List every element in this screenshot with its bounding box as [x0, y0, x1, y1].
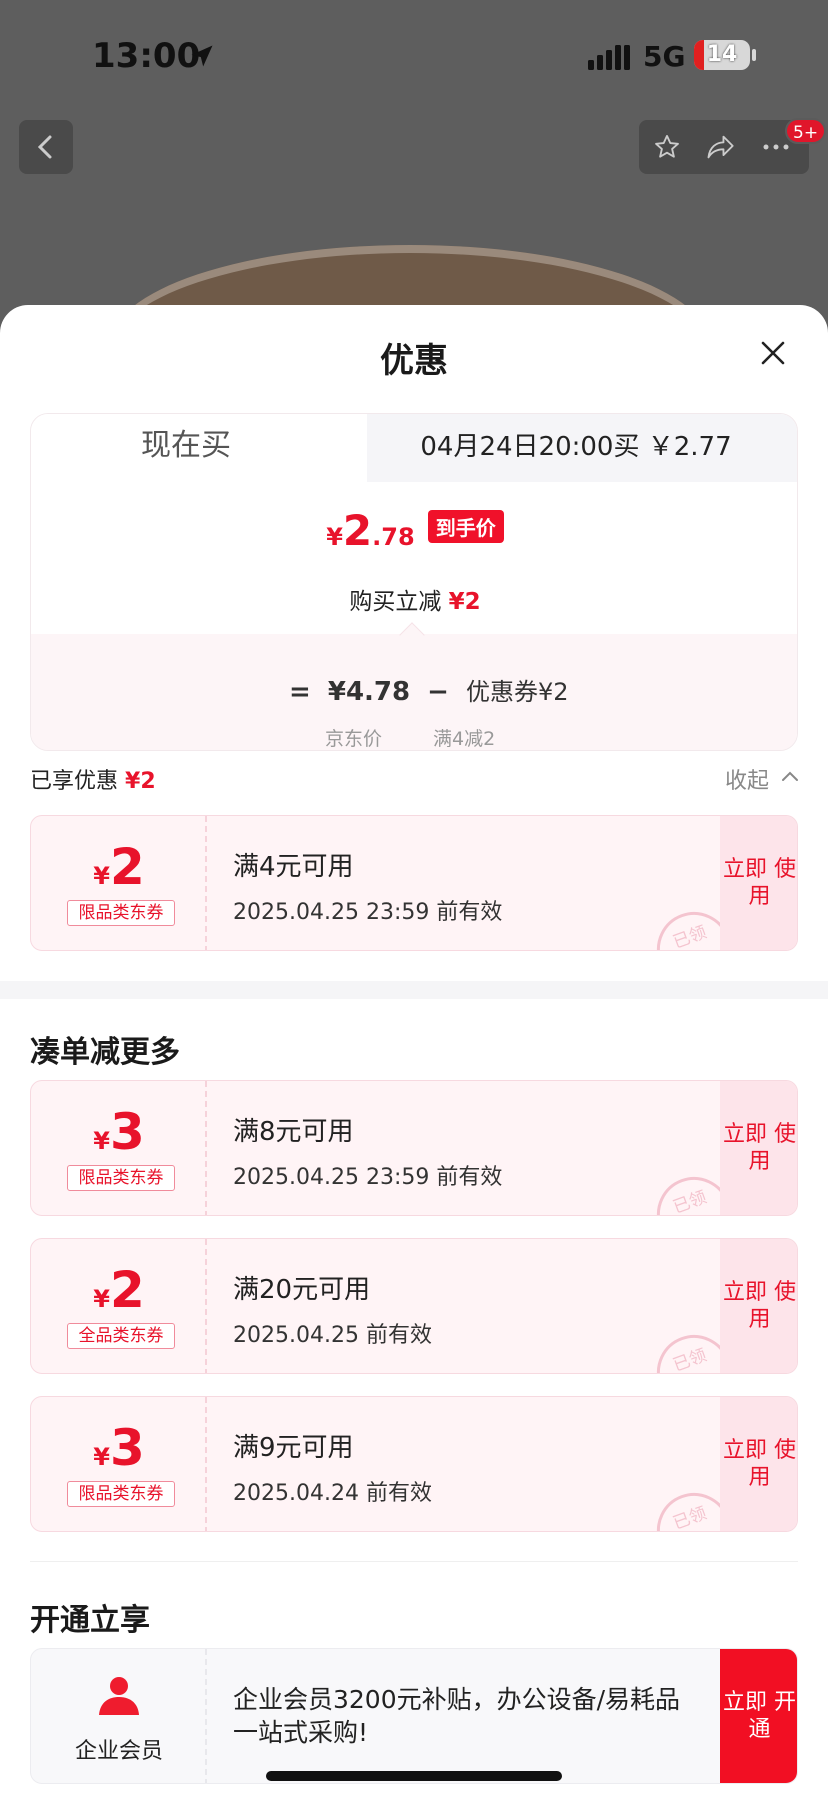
sheet-title: 优惠: [380, 341, 448, 381]
chevron-up-icon[interactable]: [780, 769, 800, 783]
coupon-expiry: 2025.04.25 23:59 前有效: [233, 900, 503, 925]
battery-tip: [752, 49, 756, 61]
network-type: 5G: [643, 40, 686, 73]
location-arrow-icon: [191, 45, 213, 67]
enjoyed-discount: 已享优惠 ¥2: [30, 763, 156, 795]
signal-icon: [588, 45, 630, 70]
coupon-card: ¥3 限品类东券 满8元可用 2025.04.25 23:59 前有效 已领 立…: [30, 1080, 798, 1216]
coupon-value: 2: [109, 1261, 145, 1319]
jd-price-label: 京东价: [325, 728, 383, 750]
jd-price: ¥4.78: [327, 677, 411, 707]
more-section-title: 凑单减更多: [30, 1035, 180, 1070]
divider: [30, 1561, 798, 1562]
price-integer: 2: [342, 506, 373, 555]
coupon-condition: 满4元可用: [233, 852, 354, 882]
open-section-title: 开通立享: [30, 1603, 150, 1638]
member-person-icon: [99, 1677, 139, 1715]
coupon-rule-label: 满4减2: [433, 728, 496, 750]
coupon-expiry: 2025.04.25 前有效: [233, 1323, 432, 1348]
formula-equals: =: [289, 677, 311, 707]
message-badge: 5+: [785, 118, 827, 144]
reduction-label: 购买立减: [349, 589, 442, 615]
collapse-button[interactable]: 收起: [725, 763, 769, 795]
status-time: 13:00: [92, 36, 201, 76]
battery-level: 14: [706, 42, 738, 67]
chevron-left-icon: [37, 135, 52, 159]
back-button[interactable]: [19, 120, 73, 174]
use-now-button[interactable]: 立即 使用: [720, 1081, 797, 1215]
coupon-card: ¥2 限品类东券 满4元可用 2025.04.25 23:59 前有效 已领 立…: [30, 815, 798, 951]
coupon-value: 3: [109, 1103, 145, 1161]
tab-buy-now[interactable]: 现在买: [31, 414, 367, 482]
member-label: 企业会员: [74, 1739, 163, 1764]
formula-minus: −: [427, 677, 449, 707]
coupon-amount: ¥2: [31, 1261, 207, 1319]
section-divider: [0, 981, 828, 999]
coupon-expiry: 2025.04.24 前有效: [233, 1481, 432, 1506]
coupon-amount: ¥3: [31, 1419, 207, 1477]
coupon-scope: 限品类东券: [67, 1165, 175, 1191]
coupon-value: 2: [109, 838, 145, 896]
coupon-currency: ¥: [93, 862, 110, 890]
use-now-button[interactable]: 立即 使用: [720, 1239, 797, 1373]
coupon-currency: ¥: [93, 1285, 110, 1313]
member-description: 企业会员3200元补贴，办公设备/易耗品一站式采购!: [233, 1685, 681, 1747]
coupon-card: ¥2 全品类东券 满20元可用 2025.04.25 前有效 已领 立即 使用: [30, 1238, 798, 1374]
coupon-deduction: 优惠券¥2: [466, 678, 569, 706]
coupon-amount: ¥3: [31, 1103, 207, 1161]
coupon-scope: 限品类东券: [67, 1481, 175, 1507]
battery-icon: 14: [694, 40, 750, 70]
coupon-expiry: 2025.04.25 23:59 前有效: [233, 1165, 503, 1190]
price-currency: ¥: [326, 523, 343, 551]
coupon-condition: 满9元可用: [233, 1433, 354, 1463]
home-indicator: [266, 1771, 562, 1781]
price-formula: = ¥4.78 − 优惠券¥2: [289, 672, 577, 707]
share-icon[interactable]: [705, 133, 735, 161]
status-bar: 13:00 5G 14: [0, 0, 828, 110]
coupon-scope: 限品类东券: [67, 900, 175, 926]
coupon-condition: 满20元可用: [233, 1275, 371, 1305]
coupon-value: 3: [109, 1419, 145, 1477]
open-now-button[interactable]: 立即 开通: [720, 1649, 797, 1783]
price-decimal: .78: [372, 523, 415, 551]
enjoyed-label: 已享优惠: [30, 769, 119, 794]
close-icon[interactable]: [757, 337, 789, 369]
member-card: 企业会员 企业会员3200元补贴，办公设备/易耗品一站式采购! 立即 开通: [30, 1648, 798, 1784]
price-card: 04月24日20:00买 ￥2.77 现在买 ¥2.78 到手价 购买立减 ¥2…: [30, 413, 798, 751]
purchase-reduction: 购买立减 ¥2: [31, 582, 797, 616]
coupon-card: ¥3 限品类东券 满9元可用 2025.04.24 前有效 已领 立即 使用: [30, 1396, 798, 1532]
coupon-value-area: ¥2 限品类东券: [31, 816, 207, 950]
reduction-amount: ¥2: [448, 589, 481, 615]
coupon-amount: ¥2: [31, 838, 207, 896]
coupon-value-area: ¥3 限品类东券: [31, 1081, 207, 1215]
tab-buy-later[interactable]: 04月24日20:00买 ￥2.77: [353, 414, 797, 482]
use-now-button[interactable]: 立即 使用: [720, 816, 797, 950]
member-badge-area: 企业会员: [31, 1649, 207, 1783]
top-actions: [639, 120, 809, 174]
final-price: ¥2.78 到手价: [31, 506, 797, 555]
coupon-currency: ¥: [93, 1443, 110, 1471]
coupon-scope: 全品类东券: [67, 1323, 175, 1349]
star-icon[interactable]: [653, 133, 681, 161]
coupon-value-area: ¥3 限品类东券: [31, 1397, 207, 1531]
discount-sheet: 优惠 04月24日20:00买 ￥2.77 现在买 ¥2.78 到手价 购买立减…: [0, 305, 828, 1795]
use-now-button[interactable]: 立即 使用: [720, 1397, 797, 1531]
enjoyed-amount: ¥2: [125, 769, 156, 794]
coupon-currency: ¥: [93, 1127, 110, 1155]
coupon-value-area: ¥2 全品类东券: [31, 1239, 207, 1373]
final-price-tag: 到手价: [427, 510, 504, 543]
coupon-condition: 满8元可用: [233, 1117, 354, 1147]
